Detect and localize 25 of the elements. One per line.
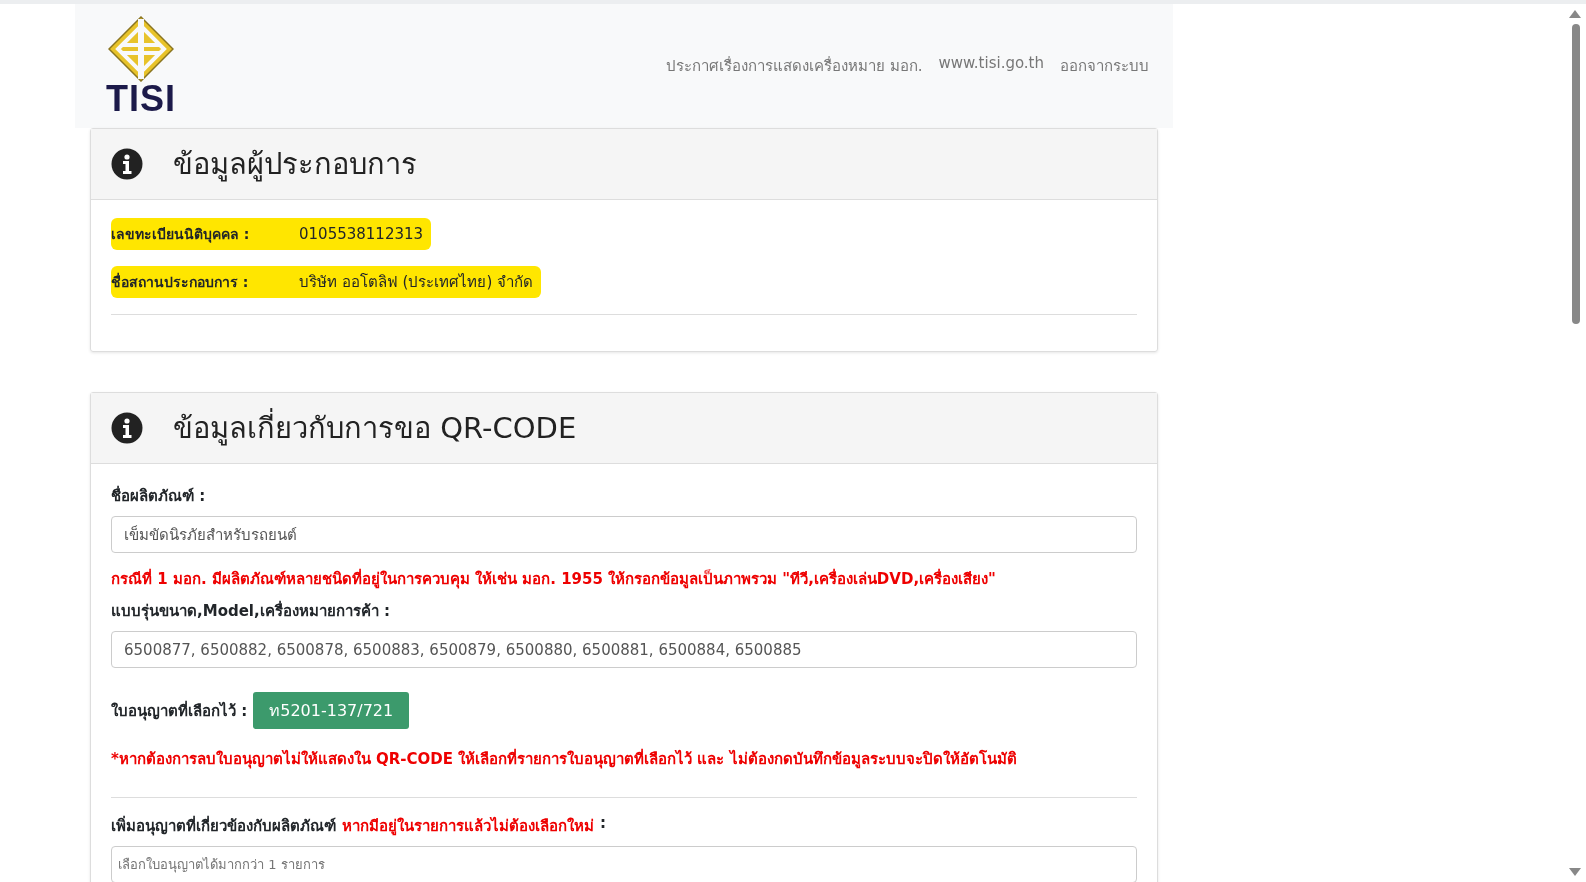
warning-note: กรณีที่ 1 มอก. มีผลิตภัณฑ์หลายชนิดที่อยู่ในการควบคุม ให้เช่น มอก. 1955 ให้กรอกข้อมูลเป็นภาพรวม "ทีวี,เครื่องเล่นDVD,เครื่องเสียง" bbox=[111, 567, 997, 591]
card-title: ข้อมูลเกี่ยวกับการขอ QR-CODE bbox=[173, 405, 577, 451]
logo-text: TISI bbox=[106, 82, 176, 116]
nav-link[interactable]: www.tisi.go.th bbox=[938, 54, 1044, 78]
text-input[interactable]: เข็มขัดนิรภัยสำหรับรถยนต์ bbox=[111, 516, 1137, 553]
field-label: ชื่อสถานประกอบการ : bbox=[111, 271, 250, 292]
field-label: ชื่อผลิตภัณฑ์ : bbox=[111, 484, 207, 507]
nav-link[interactable]: ออกจากระบบ bbox=[1060, 54, 1149, 78]
field-label: เพิ่มอนุญาตที่เกี่ยวข้องกับผลิตภัณฑ์ bbox=[111, 814, 336, 838]
logo-emblem-icon bbox=[108, 16, 174, 82]
field-value: 0105538112313 bbox=[299, 225, 424, 243]
field-label: ใบอนุญาตที่เลือกไว้ : bbox=[111, 699, 248, 723]
field-label: : bbox=[600, 814, 606, 834]
card-title: ข้อมูลผู้ประกอบการ bbox=[173, 146, 417, 184]
field-value: บริษัท ออโตลิฟ (ประเทศไทย) จำกัด bbox=[299, 272, 533, 293]
warning-note: หากมีอยู่ในรายการแล้วไม่ต้องเลือกใหม่ bbox=[342, 815, 594, 838]
license-button[interactable]: ท5201-137/721 bbox=[253, 692, 410, 729]
field-label: เลขทะเบียนนิติบุคคล : bbox=[111, 225, 251, 245]
info-icon bbox=[111, 412, 143, 444]
select-field[interactable]: เลือกใบอนุญาตได้มากกว่า 1 รายการ bbox=[111, 846, 1137, 882]
text-input[interactable]: 6500877, 6500882, 6500878, 6500883, 6500879, 6500880, 6500881, 6500884, 6500885 bbox=[111, 631, 1137, 668]
nav-link[interactable]: ประกาศเรื่องการแสดงเครื่องหมาย มอก. bbox=[665, 54, 923, 78]
warning-note: *หากต้องการลบใบอนุญาตไม่ให้แสดงใน QR-CODE ให้เลือกที่รายการใบอนุญาตที่เลือกไว้ และ ไม่ต้องกดบันทึกข้อมูลระบบจะปิดให้อัตโนมัติ bbox=[111, 747, 1018, 771]
field-label: แบบรุ่นขนาด,Model,เครื่องหมายการค้า : bbox=[111, 599, 391, 623]
info-icon bbox=[111, 148, 143, 180]
